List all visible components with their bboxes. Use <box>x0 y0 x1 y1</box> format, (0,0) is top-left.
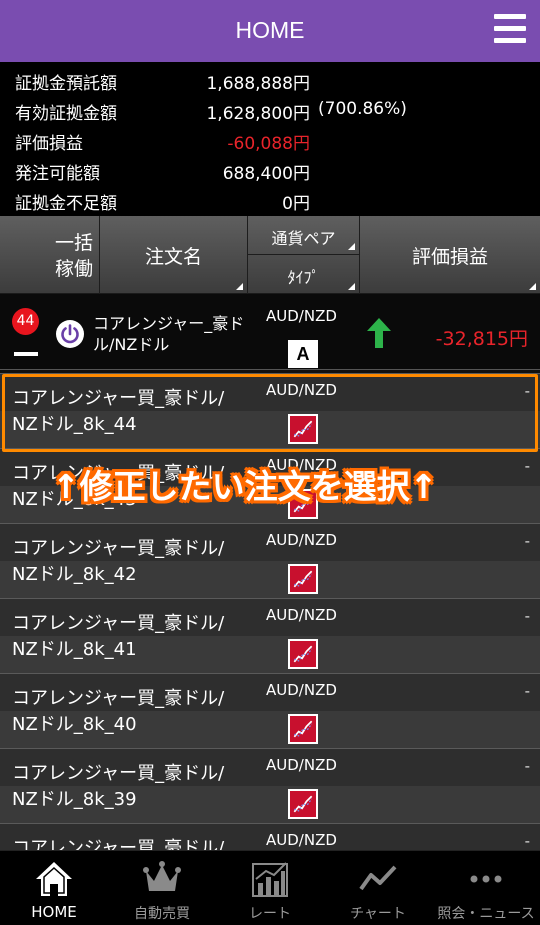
selection-highlight-frame <box>2 374 538 452</box>
summary-label: 発注可能額 <box>15 164 100 184</box>
type-a-badge: A <box>288 340 318 368</box>
range-chart-icon <box>288 789 318 819</box>
range-chart-icon <box>288 639 318 669</box>
summary-label: 証拠金不足額 <box>15 194 117 214</box>
order-name: コアレンジャー買_豪ドル/ NZドル_8k_42 <box>12 538 225 585</box>
instruction-annotation: ↑修正したい注文を選択↑ <box>52 467 438 506</box>
summary-label: 評価損益 <box>15 134 83 154</box>
currency-pair: AUD/NZD <box>266 531 337 549</box>
tab-label: 自動売買 <box>134 906 190 922</box>
summary-row-effective-margin: 有効証拠金額 1,628,800円 (700.86%) <box>0 94 540 124</box>
tab-auto-trading[interactable]: 自動売買 <box>108 851 216 925</box>
column-order-name[interactable]: 注文名 <box>100 216 248 294</box>
column-batch-run[interactable]: 一括 稼働 <box>0 216 100 294</box>
order-name: コアレンジャー買_豪ドル/ NZドル_8k_41 <box>12 613 225 660</box>
currency-pair: AUD/NZD <box>266 606 337 624</box>
column-label: 注文名 <box>144 246 202 268</box>
order-row[interactable]: コアレンジャー買_豪ドル/ NZドル_8k_41 AUD/NZD - <box>0 598 540 673</box>
summary-row-shortfall: 証拠金不足額 0円 <box>0 184 540 214</box>
summary-value: 1,688,888円 <box>206 74 310 94</box>
page-title: HOME <box>235 17 305 43</box>
summary-value: 0円 <box>282 194 310 214</box>
summary-label: 有効証拠金額 <box>15 104 117 124</box>
order-row[interactable]: コアレンジャー買_豪ドル/ NZドル_8k_39 AUD/NZD - <box>0 748 540 823</box>
summary-label: 証拠金預託額 <box>15 74 117 94</box>
currency-pair: AUD/NZD <box>266 756 337 774</box>
column-label: 通貨ペア <box>271 229 336 248</box>
unrealized-pl: - <box>524 682 530 700</box>
bottom-tab-bar: HOME 自動売買 レート チャート 照会・ニュース <box>0 850 540 925</box>
summary-ratio: (700.86%) <box>318 99 407 119</box>
crown-icon <box>143 861 181 891</box>
summary-value: -60,088円 <box>227 134 310 154</box>
rate-chart-icon <box>252 862 288 897</box>
tab-chart[interactable]: チャート <box>324 851 432 925</box>
tab-label: 照会・ニュース <box>437 906 535 922</box>
tab-label: チャート <box>350 906 406 922</box>
unrealized-pl: - <box>524 832 530 850</box>
hamburger-menu-icon[interactable] <box>494 14 526 44</box>
order-name: コアレンジャー買_豪ドル/ NZドル_8k_38 <box>12 838 225 850</box>
column-type[interactable]: ﾀｲﾌﾟ <box>248 255 360 294</box>
order-name: コアレンジャー買_豪ドル/ NZドル_8k_40 <box>12 688 225 735</box>
power-icon[interactable] <box>55 319 85 349</box>
unrealized-pl: - <box>524 457 530 475</box>
order-row[interactable]: コアレンジャー買_豪ドル/ NZドル_8k_38 AUD/NZD - <box>0 823 540 850</box>
line-chart-icon <box>359 865 397 891</box>
order-row[interactable]: コアレンジャー買_豪ドル/ NZドル_8k_40 AUD/NZD - <box>0 673 540 748</box>
sort-corner-icon <box>348 283 355 290</box>
table-header: 一括 稼働 注文名 通貨ペア ﾀｲﾌﾟ 評価損益 <box>0 216 540 294</box>
sort-corner-icon <box>236 283 243 290</box>
currency-pair: AUD/NZD <box>266 307 337 325</box>
column-currency-pair[interactable]: 通貨ペア <box>248 216 360 255</box>
sort-corner-icon <box>529 283 536 290</box>
column-label: 一括 稼働 <box>54 232 93 280</box>
strategy-name: コアレンジャー_豪ドル/NZドル <box>93 314 245 354</box>
summary-row-orderable: 発注可能額 688,400円 <box>0 154 540 184</box>
tab-rate[interactable]: レート <box>216 851 324 925</box>
account-summary: 証拠金預託額 1,688,888円 有効証拠金額 1,628,800円 (700… <box>0 62 540 216</box>
more-dots-icon <box>470 875 502 883</box>
unrealized-pl: - <box>524 757 530 775</box>
order-name: コアレンジャー買_豪ドル/ NZドル_8k_39 <box>12 763 225 810</box>
home-icon <box>36 862 72 896</box>
summary-row-deposit: 証拠金預託額 1,688,888円 <box>0 64 540 94</box>
unrealized-pl: - <box>524 532 530 550</box>
column-unrealized-pl[interactable]: 評価損益 <box>360 216 540 294</box>
strategy-group-row[interactable]: 44 コアレンジャー_豪ドル/NZドル AUD/NZD A -32,815円 <box>0 294 540 370</box>
summary-value: 1,628,800円 <box>206 104 310 124</box>
tab-label: レート <box>249 906 291 922</box>
column-label: 評価損益 <box>411 246 488 268</box>
unrealized-pl: -32,815円 <box>435 328 528 350</box>
collapse-icon[interactable] <box>14 352 38 356</box>
tab-home[interactable]: HOME <box>0 851 108 925</box>
currency-pair: AUD/NZD <box>266 831 337 849</box>
sort-corner-icon <box>348 243 355 250</box>
up-arrow-icon <box>367 318 391 348</box>
app-header: HOME <box>0 0 540 62</box>
summary-value: 688,400円 <box>222 164 310 184</box>
tab-label: HOME <box>31 903 77 921</box>
range-chart-icon <box>288 564 318 594</box>
order-count-badge: 44 <box>12 308 39 335</box>
tab-inquiry-news[interactable]: 照会・ニュース <box>432 851 540 925</box>
column-label: ﾀｲﾌﾟ <box>287 268 320 287</box>
unrealized-pl: - <box>524 607 530 625</box>
summary-row-unrealized-pl: 評価損益 -60,088円 <box>0 124 540 154</box>
order-row[interactable]: コアレンジャー買_豪ドル/ NZドル_8k_42 AUD/NZD - <box>0 523 540 598</box>
currency-pair: AUD/NZD <box>266 681 337 699</box>
range-chart-icon <box>288 714 318 744</box>
